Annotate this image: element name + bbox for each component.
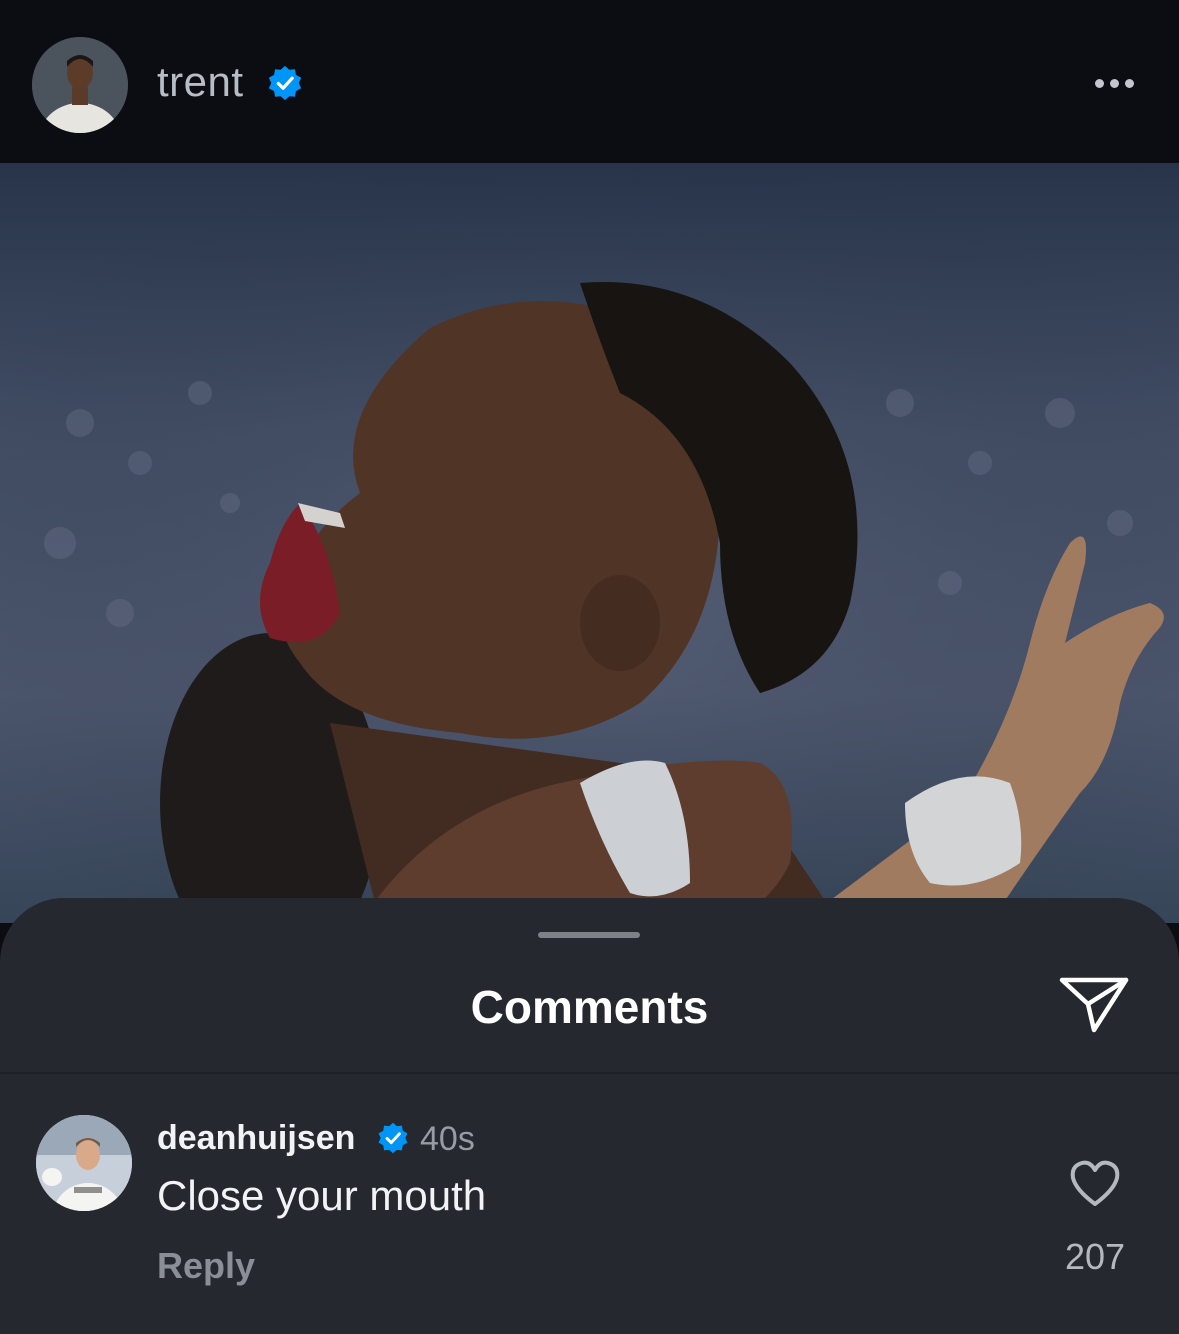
- avatar-image: [32, 37, 128, 133]
- more-dot: [1124, 78, 1134, 88]
- verified-badge-icon: [268, 65, 302, 101]
- sheet-grabber[interactable]: [538, 932, 640, 938]
- comment-time: 40s: [420, 1120, 475, 1158]
- avatar-image: [36, 1115, 132, 1211]
- more-options-button[interactable]: [1080, 60, 1148, 106]
- more-dot: [1109, 78, 1119, 88]
- comment-username[interactable]: deanhuijsen: [157, 1119, 355, 1158]
- post-header: trent: [0, 0, 1179, 163]
- paper-plane-icon[interactable]: [1056, 972, 1132, 1036]
- comment-text: Close your mouth: [157, 1172, 487, 1219]
- like-count: 207: [1064, 1236, 1126, 1277]
- sheet-title: Comments: [470, 981, 709, 1033]
- reply-button[interactable]: Reply: [157, 1245, 255, 1287]
- comment-avatar[interactable]: [36, 1115, 132, 1211]
- post-username[interactable]: trent: [157, 58, 244, 106]
- heart-outline-icon[interactable]: [1068, 1158, 1122, 1208]
- celebration-photo: [0, 163, 1179, 923]
- divider: [0, 1072, 1179, 1074]
- more-horizontal-icon: [1094, 78, 1104, 88]
- post-image[interactable]: [0, 163, 1179, 923]
- avatar[interactable]: [32, 37, 128, 133]
- verified-badge-icon: [378, 1122, 408, 1154]
